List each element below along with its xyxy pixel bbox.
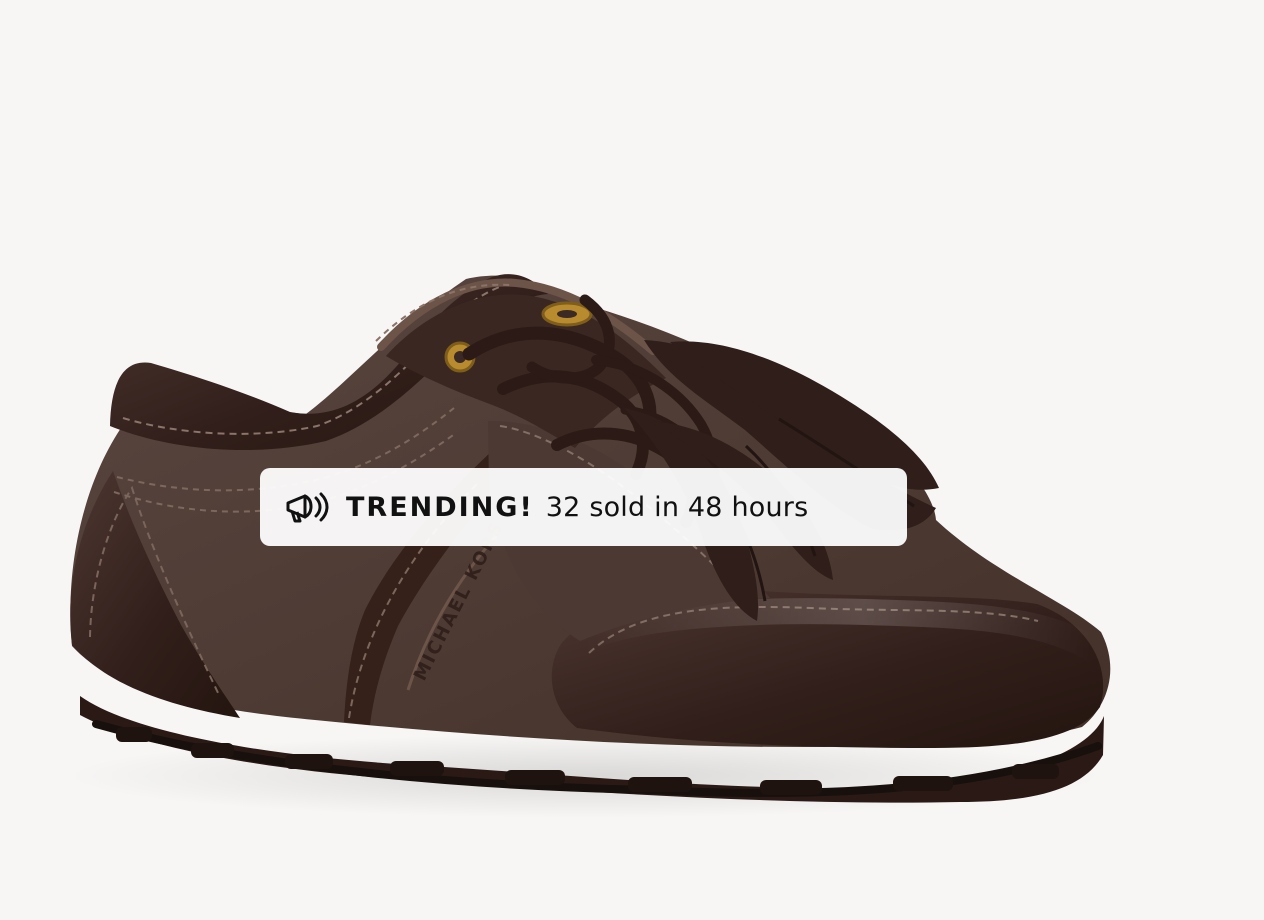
trending-badge: TRENDING! 32 sold in 48 hours <box>260 468 907 546</box>
trending-label: TRENDING! <box>346 491 534 523</box>
megaphone-icon <box>282 487 330 527</box>
product-stage: MICHAEL KORS TRENDING! 32 sold in 48 hou… <box>0 0 1264 920</box>
product-image: MICHAEL KORS <box>65 274 1111 818</box>
sales-message: 32 sold in 48 hours <box>545 491 809 523</box>
